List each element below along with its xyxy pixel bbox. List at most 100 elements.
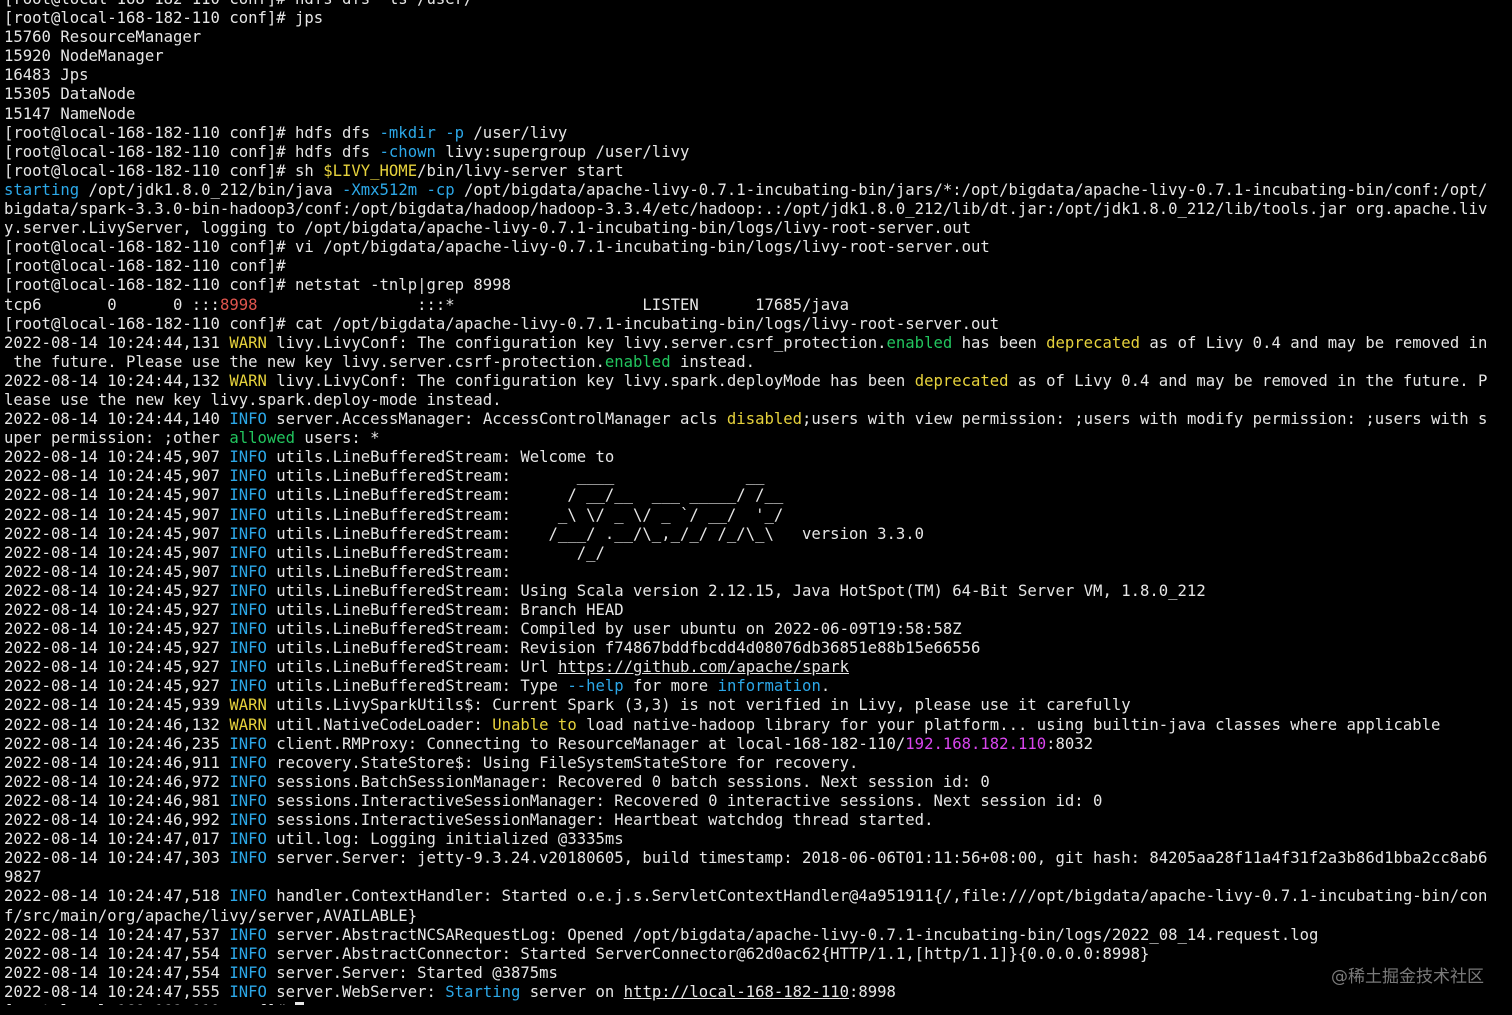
terminal-line: 16483 Jps — [4, 66, 1512, 85]
terminal-text-segment: INFO — [229, 562, 267, 581]
terminal-text-segment: server on — [520, 982, 624, 1001]
terminal-line: 2022-08-14 10:24:45,907 INFO utils.LineB… — [4, 448, 1512, 467]
terminal-text-segment: as of Livy 0.4 and may be removed in the… — [1008, 371, 1488, 390]
terminal-link[interactable]: https://github.com/apache/spark — [558, 658, 849, 676]
terminal-text-segment: INFO — [229, 467, 267, 486]
terminal-text-segment: 2022-08-14 10:24:47,554 — [4, 963, 230, 982]
terminal-line: 2022-08-14 10:24:47,518 INFO handler.Con… — [4, 887, 1512, 906]
terminal-text-segment: disabled — [726, 410, 803, 429]
terminal-text-segment: 2022-08-14 10:24:45,907 — [4, 486, 230, 505]
terminal-text-segment: utils.LineBufferedStream: /___/ .__/\_,_… — [266, 524, 925, 543]
terminal-text-segment: starting — [4, 180, 80, 199]
terminal-text-segment: INFO — [229, 543, 267, 562]
terminal-text-segment: server.AccessManager: AccessControlManag… — [266, 410, 727, 429]
terminal-line: 2022-08-14 10:24:47,303 INFO server.Serv… — [4, 849, 1512, 868]
terminal-text-segment: :8998 — [849, 982, 896, 1001]
terminal-text-segment: handler.ContextHandler: Started o.e.j.s.… — [266, 887, 1488, 906]
terminal-text-segment: server.AbstractConnector: Started Server… — [266, 944, 1150, 963]
terminal-text-segment: recovery.StateStore$: Using FileSystemSt… — [266, 753, 859, 772]
terminal-text-segment: 15147 NameNode — [4, 104, 136, 123]
terminal-line: 15147 NameNode — [4, 105, 1512, 124]
terminal-line: starting /opt/jdk1.8.0_212/bin/java -Xmx… — [4, 181, 1512, 200]
terminal-text-segment: 2022-08-14 10:24:44,132 — [4, 371, 230, 390]
terminal-line: 2022-08-14 10:24:47,555 INFO server.WebS… — [4, 983, 1512, 1002]
terminal-line: 2022-08-14 10:24:45,907 INFO utils.LineB… — [4, 525, 1512, 544]
terminal-text-segment: utils.LineBufferedStream: /_/ — [266, 543, 605, 562]
terminal-text-segment: INFO — [229, 524, 267, 543]
terminal-line: [root@local-168-182-110 conf]# hdfs dfs … — [4, 143, 1512, 162]
terminal-line: 15305 DataNode — [4, 85, 1512, 104]
terminal-line: 2022-08-14 10:24:45,907 INFO utils.LineB… — [4, 467, 1512, 486]
terminal-text-segment: 2022-08-14 10:24:46,911 — [4, 753, 230, 772]
terminal-text-segment: INFO — [229, 925, 267, 944]
terminal-text-segment: 2022-08-14 10:24:47,518 — [4, 887, 230, 906]
terminal-text-segment: uper permission: ;other — [4, 429, 230, 448]
terminal-text-segment: 2022-08-14 10:24:47,555 — [4, 982, 230, 1001]
terminal-text-segment: 2022-08-14 10:24:46,992 — [4, 811, 230, 830]
terminal-text-segment: sessions.BatchSessionManager: Recovered … — [266, 772, 990, 791]
terminal-text-segment: bigdata/spark-3.3.0-bin-hadoop3/conf:/op… — [4, 200, 1488, 219]
terminal-link[interactable]: http://local-168-182-110 — [624, 983, 849, 1001]
terminal-text-segment: INFO — [229, 982, 267, 1001]
terminal-text-segment: utils.LineBufferedStream: Welcome to — [266, 448, 615, 467]
terminal-line: 2022-08-14 10:24:47,017 INFO util.log: L… — [4, 830, 1512, 849]
terminal-text-segment: INFO — [229, 963, 267, 982]
terminal-prompt-line[interactable]: [root@local-168-182-110 conf]# — [4, 1001, 1512, 1005]
terminal-text-segment: :8032 — [1046, 734, 1094, 753]
terminal-text-segment: WARN — [229, 696, 267, 715]
terminal-line: 15920 NodeManager — [4, 47, 1512, 66]
terminal-text-segment: 2022-08-14 10:24:46,132 — [4, 715, 230, 734]
terminal-line: uper permission: ;other allowed users: * — [4, 429, 1512, 448]
terminal-line: 2022-08-14 10:24:44,131 WARN livy.LivyCo… — [4, 334, 1512, 353]
terminal-text-segment: INFO — [229, 849, 267, 868]
terminal-text-segment: utils.LineBufferedStream: Using Scala ve… — [266, 581, 1206, 600]
terminal-line: [root@local-168-182-110 conf]# vi /opt/b… — [4, 238, 1512, 257]
watermark-text: @稀土掘金技术社区 — [1331, 967, 1484, 987]
terminal-text-segment: INFO — [229, 677, 267, 696]
terminal-text-segment: 15920 NodeManager — [4, 47, 164, 66]
terminal-text-segment: [root@local-168-182-110 conf]# netstat -… — [4, 276, 511, 295]
terminal-text-segment: 2022-08-14 10:24:45,939 — [4, 696, 230, 715]
terminal-text-segment: INFO — [229, 601, 267, 619]
terminal-text-segment: WARN — [229, 715, 267, 734]
terminal-line: 2022-08-14 10:24:45,927 INFO utils.LineB… — [4, 639, 1512, 658]
terminal-line: 2022-08-14 10:24:45,927 INFO utils.LineB… — [4, 677, 1512, 696]
terminal-line: 2022-08-14 10:24:46,972 INFO sessions.Ba… — [4, 773, 1512, 792]
terminal-line: 2022-08-14 10:24:47,554 INFO server.Abst… — [4, 945, 1512, 964]
terminal-text-segment: deprecated — [914, 371, 1009, 390]
terminal-text-segment: 2022-08-14 10:24:45,907 — [4, 524, 230, 543]
terminal-text-segment: 2022-08-14 10:24:45,927 — [4, 581, 230, 600]
terminal-text-segment: 2022-08-14 10:24:47,554 — [4, 944, 230, 963]
terminal-text-segment: for more — [623, 677, 718, 696]
terminal-text-segment: 15760 ResourceManager — [4, 28, 202, 47]
terminal-text-segment: load native-hadoop library for your plat… — [576, 715, 1441, 734]
terminal-text-segment: /bin/livy-server start — [417, 161, 624, 180]
terminal-text-segment: utils.LineBufferedStream: ____ __ — [266, 467, 765, 486]
terminal-text-segment: livy:supergroup /user/livy — [435, 142, 690, 161]
terminal-line: 2022-08-14 10:24:46,235 INFO client.RMPr… — [4, 735, 1512, 754]
text-cursor[interactable] — [295, 1001, 305, 1005]
terminal-text-segment: 192.168.182.110 — [905, 734, 1047, 753]
terminal-line: 2022-08-14 10:24:45,927 INFO utils.LineB… — [4, 658, 1512, 677]
terminal-text-segment: WARN — [229, 371, 267, 390]
terminal-text-segment: INFO — [229, 753, 267, 772]
terminal-text-segment: :::* LISTEN 17685/java — [257, 295, 849, 314]
terminal-text-segment: INFO — [229, 581, 267, 600]
terminal-line: 2022-08-14 10:24:45,907 INFO utils.LineB… — [4, 486, 1512, 505]
terminal-text-segment: enabled — [886, 333, 953, 352]
terminal-output[interactable]: [root@local-168-182-110 conf]# hdfs dfs … — [0, 0, 1512, 1005]
terminal-text-segment: -mkdir -p — [379, 123, 465, 142]
terminal-line: 9827 — [4, 868, 1512, 887]
terminal-line: f/src/main/org/apache/livy/server,AVAILA… — [4, 907, 1512, 926]
terminal-line: bigdata/spark-3.3.0-bin-hadoop3/conf:/op… — [4, 200, 1512, 219]
terminal-line: 2022-08-14 10:24:45,927 INFO utils.LineB… — [4, 620, 1512, 639]
terminal-text-segment: 2022-08-14 10:24:45,907 — [4, 543, 230, 562]
terminal-text-segment: client.RMProxy: Connecting to ResourceMa… — [266, 734, 906, 753]
terminal-text-segment: sessions.InteractiveSessionManager: Hear… — [266, 811, 934, 830]
terminal-text-segment: 2022-08-14 10:24:46,972 — [4, 772, 230, 791]
terminal-text-segment: INFO — [229, 658, 267, 677]
shell-prompt: [root@local-168-182-110 conf]# — [4, 1002, 295, 1005]
terminal-text-segment: [root@local-168-182-110 conf]# hdfs dfs … — [4, 0, 473, 8]
terminal-text-segment: 2022-08-14 10:24:45,907 — [4, 448, 230, 467]
terminal-text-segment: utils.LineBufferedStream: Type — [266, 677, 568, 696]
